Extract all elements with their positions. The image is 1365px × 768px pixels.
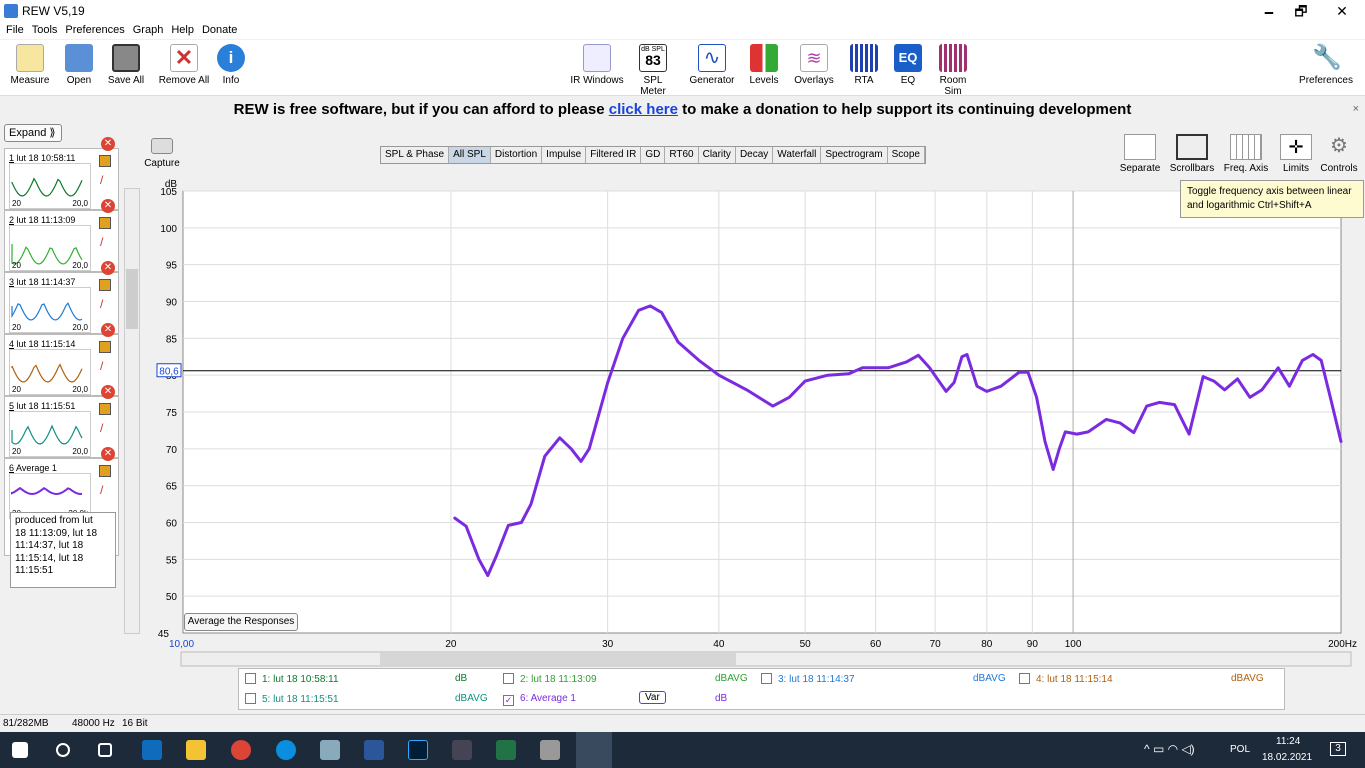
start-icon[interactable] [12, 742, 28, 758]
sample-rate-status: 48000 Hz [72, 718, 115, 729]
legend-checkbox[interactable] [245, 673, 256, 684]
legend-unit: dB [455, 673, 468, 684]
x-min-label: 10,00 [169, 639, 194, 650]
file-explorer-icon[interactable] [186, 740, 206, 760]
clock-time[interactable]: 11:24 [1276, 736, 1300, 747]
photoshop-icon[interactable] [408, 740, 428, 760]
x-tick-label: 100 [1065, 639, 1082, 650]
skype-icon[interactable] [276, 740, 296, 760]
legend-item[interactable]: ✓ 6: Average 1 [503, 693, 576, 706]
language-indicator[interactable]: POL [1230, 744, 1250, 755]
legend-unit: dB [715, 693, 728, 704]
rew-taskbar-icon[interactable] [576, 732, 612, 768]
spl-graph[interactable]: 5055606570758085909510010545dB2030405060… [0, 0, 1365, 670]
outlook-icon[interactable] [142, 740, 162, 760]
y-tick-label: 50 [166, 592, 178, 603]
legend-item[interactable]: 5: lut 18 11:15:51 [245, 693, 339, 705]
legend-unit: dBAVG [455, 693, 488, 704]
y-tick-label: 60 [166, 519, 178, 530]
notifications-icon[interactable]: 3 [1330, 742, 1346, 756]
legend-checkbox[interactable] [761, 673, 772, 684]
memory-status: 81/282MB [3, 718, 49, 729]
excel-icon[interactable] [496, 740, 516, 760]
calculator-icon[interactable] [540, 740, 560, 760]
average-responses-button[interactable]: Average the Responses [184, 613, 298, 631]
word-icon[interactable] [364, 740, 384, 760]
legend-unit: dBAVG [1231, 673, 1264, 684]
x-tick-label: 20 [445, 639, 457, 650]
y-tick-label: 55 [166, 555, 178, 566]
legend-unit: dBAVG [715, 673, 748, 684]
clock-date[interactable]: 18.02.2021 [1262, 752, 1312, 763]
chrome-icon[interactable] [231, 740, 251, 760]
tray-icons[interactable]: ^ ▭ ◠ ◁) [1144, 742, 1195, 756]
y-tick-label: 100 [160, 224, 177, 235]
legend-unit: dBAVG [973, 673, 1006, 684]
y-axis-label: dB [165, 179, 178, 190]
y-tick-label: 45 [158, 629, 170, 640]
x-tick-label: 50 [800, 639, 812, 650]
level-cursor-label: 80,6 [159, 367, 179, 378]
legend-panel: 1: lut 18 10:58:11 dB 2: lut 18 11:13:09 dB… [238, 668, 1285, 710]
horizontal-scrollbar-thumb [380, 653, 736, 665]
y-tick-label: 70 [166, 445, 178, 456]
windows-taskbar: ^ ▭ ◠ ◁) POL 11:24 18.02.2021 3 [0, 732, 1365, 768]
legend-item[interactable]: 2: lut 18 11:13:09 [503, 673, 597, 685]
x-tick-label: 90 [1027, 639, 1039, 650]
app-icon[interactable] [320, 740, 340, 760]
x-tick-label: 80 [981, 639, 993, 650]
y-tick-label: 95 [166, 261, 178, 272]
status-bar: 81/282MB 48000 Hz 16 Bit [0, 714, 1365, 732]
task-view-icon[interactable] [98, 743, 112, 757]
x-tick-label: 40 [713, 639, 725, 650]
legend-item[interactable]: 3: lut 18 11:14:37 [761, 673, 855, 685]
legend-checkbox[interactable] [245, 693, 256, 704]
search-icon[interactable] [56, 743, 70, 757]
legend-item[interactable]: 4: lut 18 11:15:14 [1019, 673, 1113, 685]
x-tick-label: 60 [870, 639, 882, 650]
horizontal-scrollbar [180, 651, 1352, 667]
legend-checkbox[interactable] [503, 673, 514, 684]
save-app-icon[interactable] [452, 740, 472, 760]
legend-item[interactable]: 1: lut 18 10:58:11 [245, 673, 339, 685]
bit-depth-status: 16 Bit [122, 718, 148, 729]
x-max-label: 200Hz [1328, 639, 1357, 650]
freq-axis-tooltip: Toggle frequency axis between linear and… [1180, 180, 1364, 218]
legend-checkbox[interactable] [1019, 673, 1030, 684]
x-tick-label: 30 [602, 639, 614, 650]
y-tick-label: 90 [166, 298, 178, 309]
variance-toggle[interactable]: Var [639, 691, 666, 704]
y-tick-label: 75 [166, 408, 178, 419]
legend-checkbox[interactable]: ✓ [503, 695, 514, 706]
y-tick-label: 85 [166, 334, 178, 345]
y-tick-label: 65 [166, 482, 178, 493]
x-tick-label: 70 [930, 639, 942, 650]
